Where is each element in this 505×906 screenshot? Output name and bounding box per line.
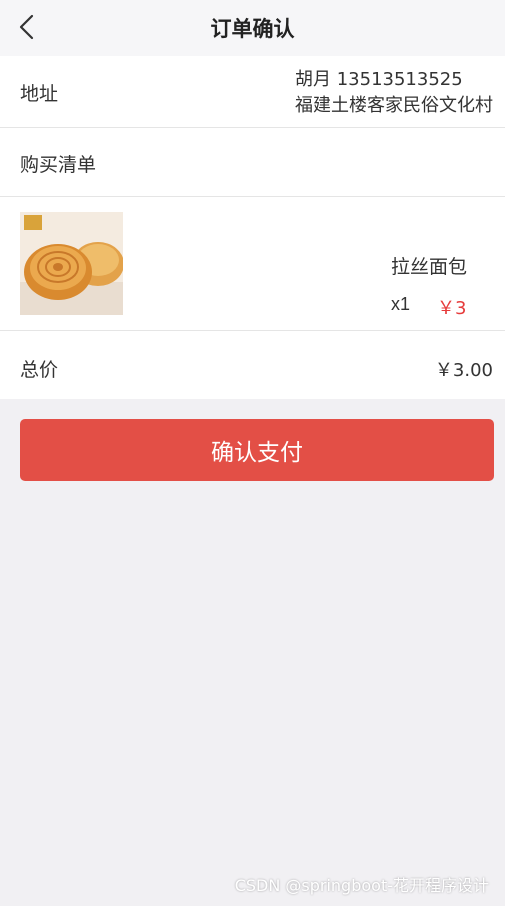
address-detail: 福建土楼客家民俗文化村 <box>295 95 493 116</box>
product-name: 拉丝面包 <box>391 256 468 278</box>
product-quantity: x1 <box>391 294 411 314</box>
product-item[interactable]: 拉丝面包 x1 ￥3 <box>0 197 505 331</box>
product-price: ￥3 <box>437 298 467 319</box>
confirm-pay-button[interactable]: 确认支付 <box>20 419 494 481</box>
total-row: 总价 ￥3.00 <box>0 331 505 399</box>
page-title: 订单确认 <box>210 17 295 41</box>
order-section: 地址 胡月 13513513525 福建土楼客家民俗文化村 购买清单 拉丝面包 <box>0 56 505 399</box>
address-row[interactable]: 地址 胡月 13513513525 福建土楼客家民俗文化村 <box>0 56 505 128</box>
watermark: CSDN @springboot-花开程序设计 <box>234 876 489 895</box>
product-image <box>20 212 123 315</box>
purchase-list-row: 购买清单 <box>0 128 505 197</box>
purchase-list-label: 购买清单 <box>20 154 97 176</box>
address-name-phone: 胡月 13513513525 <box>295 69 463 90</box>
total-value: ￥3.00 <box>434 360 493 381</box>
total-label: 总价 <box>20 359 59 381</box>
nav-bar: 订单确认 <box>0 0 505 56</box>
address-label: 地址 <box>20 83 59 105</box>
address-block: 胡月 13513513525 福建土楼客家民俗文化村 <box>295 67 493 119</box>
